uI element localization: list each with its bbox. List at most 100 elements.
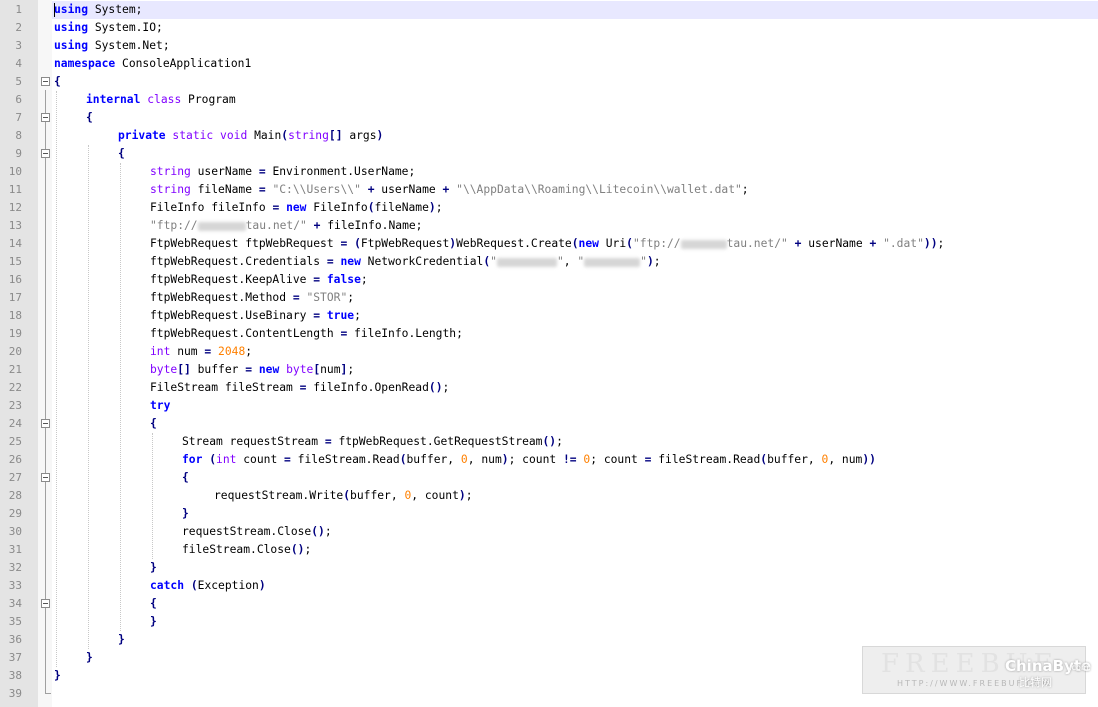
- code-token: count: [236, 453, 285, 466]
- code-token: FileInfo fileInfo: [150, 201, 273, 214]
- line-number: 31: [8, 543, 22, 556]
- code-token: }: [86, 651, 93, 664]
- code-token: ;: [741, 183, 749, 196]
- fold-toggle-icon[interactable]: [41, 419, 50, 428]
- code-token: "ftp://: [632, 237, 681, 250]
- line-number: 1: [15, 3, 22, 16]
- code-token: ftpWebRequest.UseBinary: [150, 309, 314, 322]
- watermark-partner-cn: 比特网: [1019, 676, 1052, 689]
- code-token: !=: [562, 453, 577, 466]
- line-number: 34: [8, 597, 22, 610]
- code-line: ftpWebRequest.Method = "STOR";: [150, 289, 354, 307]
- indent-guide: [88, 145, 89, 649]
- code-token: ; count: [590, 453, 645, 466]
- line-number: 30: [8, 525, 22, 538]
- fold-toggle-icon[interactable]: [41, 113, 50, 122]
- line-number: 9: [15, 147, 22, 160]
- code-token: static: [172, 129, 214, 142]
- line-number: 35: [8, 615, 22, 628]
- code-line: }: [86, 649, 93, 667]
- code-token: namespace: [54, 57, 116, 70]
- code-token: requestStream.Close: [182, 525, 312, 538]
- code-token: internal: [86, 93, 141, 106]
- code-token: WebRequest.Create: [456, 237, 572, 250]
- code-token: fileInfo.Length;: [347, 327, 463, 340]
- line-number: 2: [15, 21, 22, 34]
- line-number: 8: [15, 129, 22, 142]
- code-line: requestStream.Close();: [182, 523, 332, 541]
- code-token: (): [542, 435, 557, 448]
- code-token: , num: [828, 453, 863, 466]
- line-number: 28: [8, 489, 22, 502]
- code-token: ConsoleApplication1: [115, 57, 252, 70]
- code-token: using: [54, 21, 89, 34]
- code-token: Main: [247, 129, 282, 142]
- code-token: "STOR": [306, 291, 348, 304]
- code-token: Exception: [197, 579, 259, 592]
- code-token: =: [292, 291, 300, 304]
- code-token: fileName: [190, 183, 259, 196]
- indent-guide: [120, 163, 121, 631]
- code-token: ftpWebRequest.KeepAlive: [150, 273, 314, 286]
- code-line: }: [182, 505, 189, 523]
- code-token: FtpWebRequest: [360, 237, 450, 250]
- code-token: Stream requestStream: [182, 435, 325, 448]
- indent-guide: [152, 433, 153, 559]
- line-number: 3: [15, 39, 22, 52]
- code-line: private static void Main(string[] args): [118, 127, 383, 145]
- code-token: tau.net/": [245, 219, 307, 232]
- text-caret: [54, 3, 55, 17]
- code-token: string: [150, 183, 191, 196]
- fold-toggle-icon[interactable]: [41, 77, 50, 86]
- fold-toggle-icon[interactable]: [41, 149, 50, 158]
- code-line: {: [118, 145, 125, 163]
- watermark-partner-com: .com: [1069, 663, 1089, 672]
- code-token: FtpWebRequest ftpWebRequest: [150, 237, 341, 250]
- fold-toggle-icon[interactable]: [41, 473, 50, 482]
- redacted-text: [496, 257, 557, 267]
- code-token: int: [216, 453, 237, 466]
- code-line: }: [150, 613, 157, 631]
- code-token: }: [150, 561, 157, 574]
- code-token: }: [182, 507, 189, 520]
- code-token: ": [490, 255, 497, 268]
- code-line: byte[] buffer = new byte[num];: [150, 361, 354, 379]
- redacted-text: [584, 257, 641, 267]
- code-token: ;: [556, 435, 563, 448]
- code-token: {: [86, 111, 93, 124]
- code-line: FileStream fileStream = fileInfo.OpenRea…: [150, 379, 449, 397]
- line-number: 16: [8, 273, 22, 286]
- code-line: {: [182, 469, 189, 487]
- code-token: new: [340, 255, 361, 268]
- line-number: 25: [8, 435, 22, 448]
- code-token: =: [258, 183, 266, 196]
- code-token: System;: [88, 3, 143, 16]
- code-token: =: [324, 435, 332, 448]
- code-token: =: [258, 165, 266, 178]
- code-token: )): [862, 453, 876, 466]
- code-token: num: [320, 363, 341, 376]
- code-token: fileStream.Read: [651, 453, 761, 466]
- code-token: =: [326, 255, 334, 268]
- line-number: 17: [8, 291, 22, 304]
- code-token: userName: [801, 237, 870, 250]
- code-token: ": [577, 255, 585, 268]
- code-token: buffer,: [350, 489, 405, 502]
- line-number: 14: [8, 237, 22, 250]
- line-number: 38: [8, 669, 22, 682]
- code-token: ): [458, 489, 466, 502]
- code-line: using System.Net;: [54, 37, 170, 55]
- indent-guide: [56, 91, 57, 667]
- code-line: {: [86, 109, 93, 127]
- code-token: ftpWebRequest.Method: [150, 291, 293, 304]
- code-token: fileStream.Read: [290, 453, 400, 466]
- code-token: {: [150, 597, 157, 610]
- fold-toggle-icon[interactable]: [41, 599, 50, 608]
- line-number: 19: [8, 327, 22, 340]
- code-token: ,: [563, 255, 578, 268]
- code-token: "ftp://: [150, 219, 198, 232]
